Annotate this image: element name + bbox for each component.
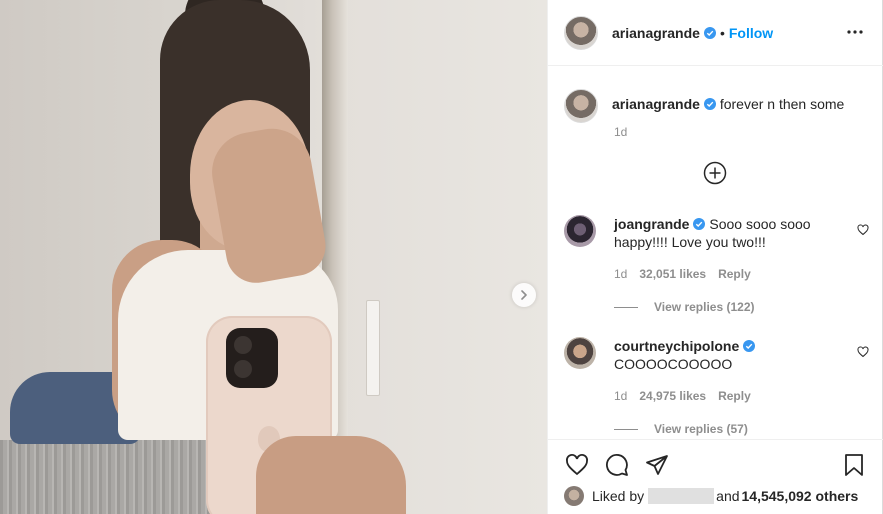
comment-username[interactable]: courtneychipolone — [614, 338, 739, 354]
phone-camera — [226, 328, 278, 388]
caption-text: forever n then some — [719, 96, 845, 112]
view-replies-button[interactable]: View replies (122) — [614, 300, 755, 314]
liked-by-count[interactable]: 14,545,092 others — [742, 488, 859, 504]
comment-time[interactable]: 1d — [614, 389, 627, 403]
liked-by-avatar[interactable] — [564, 486, 584, 506]
header-separator: • — [719, 24, 725, 41]
comment-likes[interactable]: 32,051 likes — [639, 267, 706, 281]
view-replies-label: View replies (122) — [654, 300, 755, 314]
comment-avatar[interactable] — [564, 215, 596, 247]
more-horizontal-icon — [847, 30, 863, 34]
replies-divider — [614, 428, 638, 430]
liked-by-and: and — [716, 488, 740, 504]
author-username[interactable]: arianagrande — [612, 25, 700, 41]
load-more-comments-button[interactable] — [703, 161, 727, 185]
view-replies-button[interactable]: View replies (57) — [614, 422, 748, 436]
paper-plane-icon — [646, 455, 668, 475]
share-button[interactable] — [644, 452, 670, 478]
heart-icon — [857, 224, 869, 236]
like-button[interactable] — [564, 452, 590, 478]
comment-body: joangrande Sooo sooo sooo happy!!!! Love… — [614, 215, 834, 251]
author-avatar[interactable] — [564, 15, 598, 50]
replies-divider — [614, 306, 638, 308]
verified-badge-icon — [703, 26, 716, 39]
post-photo[interactable] — [0, 0, 547, 514]
photo-fingers — [256, 436, 406, 514]
photo-wall-plate — [366, 300, 380, 396]
comment-reply-button[interactable]: Reply — [718, 389, 751, 403]
caption-time[interactable]: 1d — [614, 125, 627, 139]
comments-list[interactable]: arianagrande forever n then some 1d joan… — [548, 67, 883, 439]
caption-text-row: arianagrande forever n then some — [612, 89, 844, 123]
caption-avatar[interactable] — [564, 89, 598, 123]
comment-username[interactable]: joangrande — [614, 216, 689, 232]
post-panel: arianagrande • Follow arianagrande forev… — [547, 0, 883, 514]
comment-like-button[interactable] — [857, 345, 869, 358]
comment-meta: 1d 24,975 likes Reply — [614, 389, 751, 403]
post-header: arianagrande • Follow — [548, 0, 883, 66]
instagram-post: arianagrande • Follow arianagrande forev… — [0, 0, 883, 514]
comment-icon — [606, 454, 628, 476]
action-bar: Liked by and 14,545,092 others — [548, 439, 883, 514]
more-options-button[interactable] — [845, 22, 865, 42]
comment-button[interactable] — [604, 452, 630, 478]
comment-text: COOOOCOOOOO — [614, 356, 733, 372]
comment-like-button[interactable] — [857, 223, 869, 236]
comment-time[interactable]: 1d — [614, 267, 627, 281]
plus-circle-icon — [703, 161, 727, 185]
comment-avatar[interactable] — [564, 337, 596, 369]
action-icons — [564, 452, 670, 478]
liked-by-row: Liked by and 14,545,092 others — [564, 486, 858, 506]
follow-button[interactable]: Follow — [729, 25, 773, 41]
comment-meta: 1d 32,051 likes Reply — [614, 267, 751, 281]
liked-by-redacted-user[interactable] — [648, 488, 715, 504]
save-button[interactable] — [841, 452, 867, 478]
bookmark-icon — [845, 454, 863, 476]
comment-body: courtneychipolone COOOOCOOOOO — [614, 337, 834, 373]
heart-icon — [566, 454, 588, 476]
carousel-next-button[interactable] — [512, 283, 536, 307]
chevron-right-icon — [521, 290, 527, 300]
post-caption: arianagrande forever n then some 1d — [564, 89, 844, 139]
verified-badge-icon — [743, 340, 756, 352]
view-replies-label: View replies (57) — [654, 422, 748, 436]
verified-badge-icon — [693, 218, 706, 230]
caption-username[interactable]: arianagrande — [612, 96, 700, 112]
comment-likes[interactable]: 24,975 likes — [639, 389, 706, 403]
liked-by-prefix: Liked by — [592, 488, 645, 504]
heart-icon — [857, 346, 869, 358]
verified-badge-icon — [703, 98, 716, 110]
comment-reply-button[interactable]: Reply — [718, 267, 751, 281]
